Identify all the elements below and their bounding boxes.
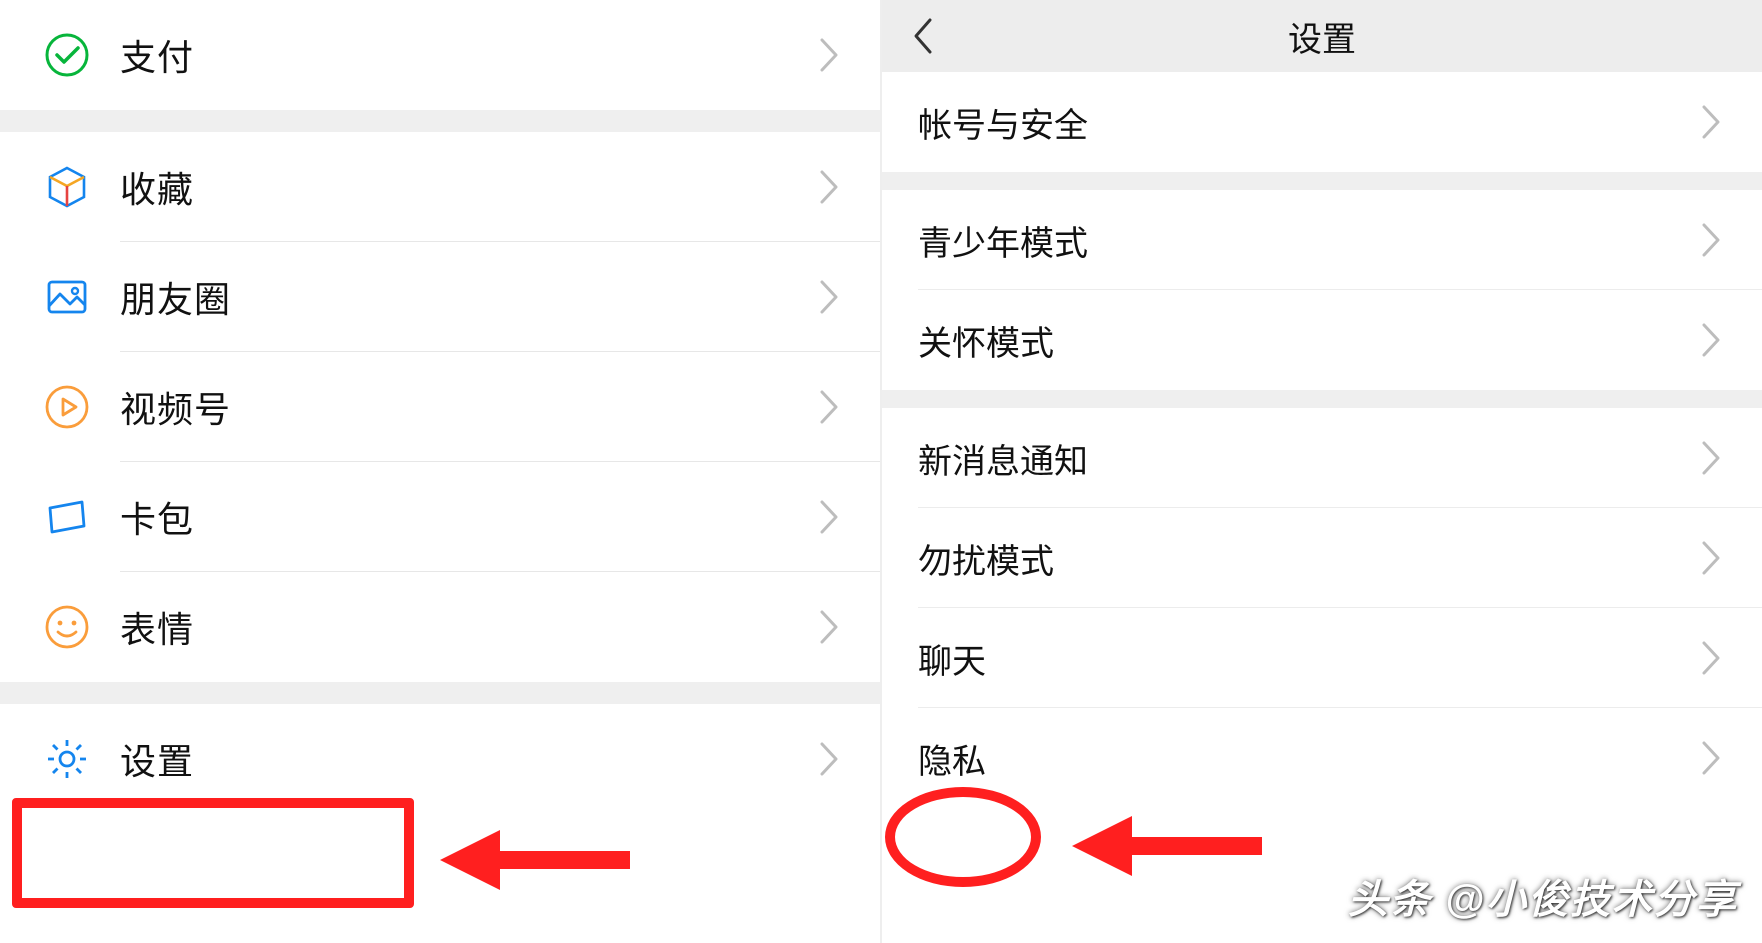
chevron-right-icon	[1700, 539, 1722, 577]
row-dnd[interactable]: 勿扰模式	[882, 508, 1762, 608]
chevron-right-icon	[1700, 103, 1722, 141]
row-teen-mode-label: 青少年模式	[918, 216, 1700, 265]
arrow-annotation	[440, 820, 640, 905]
cube-icon	[44, 164, 120, 210]
section-gap	[0, 110, 880, 132]
chevron-right-icon	[1700, 221, 1722, 259]
chevron-right-icon	[1700, 739, 1722, 777]
chevron-right-icon	[818, 608, 840, 646]
section-gap	[0, 682, 880, 704]
row-account-security-label: 帐号与安全	[918, 98, 1700, 147]
row-cards[interactable]: 卡包	[0, 462, 880, 572]
header-bar: 设置	[882, 0, 1762, 72]
chevron-right-icon	[818, 740, 840, 778]
wechat-pay-icon	[44, 32, 120, 78]
row-account-security[interactable]: 帐号与安全	[882, 72, 1762, 172]
gear-icon	[44, 736, 120, 782]
row-favorites[interactable]: 收藏	[0, 132, 880, 242]
row-stickers[interactable]: 表情	[0, 572, 880, 682]
right-screen: 设置 帐号与安全 青少年模式 关怀模式 新消息通知	[882, 0, 1762, 943]
header-title: 设置	[882, 12, 1762, 61]
arrow-annotation	[1072, 806, 1272, 891]
chevron-right-icon	[818, 278, 840, 316]
play-circle-icon	[44, 384, 120, 430]
row-new-msg-notify[interactable]: 新消息通知	[882, 408, 1762, 508]
smiley-icon	[44, 604, 120, 650]
chevron-right-icon	[1700, 439, 1722, 477]
row-moments[interactable]: 朋友圈	[0, 242, 880, 352]
chevron-right-icon	[1700, 321, 1722, 359]
chevron-right-icon	[818, 168, 840, 206]
section-gap	[882, 390, 1762, 408]
wallet-icon	[44, 494, 120, 540]
row-care-mode-label: 关怀模式	[918, 316, 1700, 365]
row-channels[interactable]: 视频号	[0, 352, 880, 462]
row-new-msg-notify-label: 新消息通知	[918, 434, 1700, 483]
chevron-right-icon	[818, 498, 840, 536]
row-teen-mode[interactable]: 青少年模式	[882, 190, 1762, 290]
row-care-mode[interactable]: 关怀模式	[882, 290, 1762, 390]
watermark-text: 头条 @小俊技术分享	[1348, 867, 1738, 925]
picture-icon	[44, 274, 120, 320]
left-screen: 支付 收藏	[0, 0, 882, 943]
chevron-right-icon	[818, 388, 840, 426]
row-dnd-label: 勿扰模式	[918, 534, 1700, 583]
row-favorites-label: 收藏	[120, 161, 818, 213]
back-button[interactable]	[902, 16, 942, 56]
chevron-right-icon	[818, 36, 840, 74]
row-privacy-label: 隐私	[918, 734, 1700, 783]
row-stickers-label: 表情	[120, 601, 818, 653]
highlight-rect	[12, 798, 414, 908]
row-moments-label: 朋友圈	[120, 271, 818, 323]
row-chat-label: 聊天	[918, 634, 1700, 683]
row-chat[interactable]: 聊天	[882, 608, 1762, 708]
chevron-right-icon	[1700, 639, 1722, 677]
row-channels-label: 视频号	[120, 381, 818, 433]
row-pay-label: 支付	[120, 29, 818, 81]
row-settings[interactable]: 设置	[0, 704, 880, 814]
row-privacy[interactable]: 隐私	[882, 708, 1762, 808]
row-cards-label: 卡包	[120, 491, 818, 543]
row-pay[interactable]: 支付	[0, 0, 880, 110]
row-settings-label: 设置	[120, 733, 818, 785]
section-gap	[882, 172, 1762, 190]
